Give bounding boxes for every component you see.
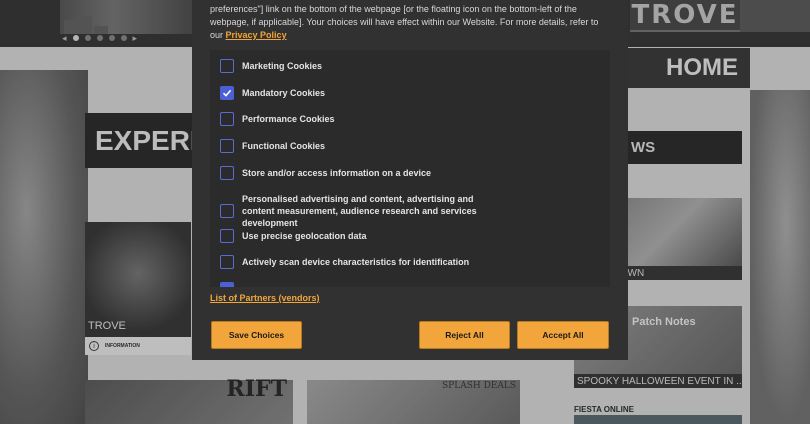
checkbox-precise-geolocation[interactable] [220, 229, 234, 243]
checkbox-marketing-cookies[interactable] [220, 59, 234, 73]
checkbox-mandatory-cookies[interactable] [220, 86, 234, 100]
option-scan-device[interactable]: Actively scan device characteristics for… [220, 255, 469, 269]
option-performance-cookies[interactable]: Performance Cookies [220, 112, 335, 126]
checkbox-scan-device[interactable] [220, 255, 234, 269]
consent-intro-text: preferences"] link on the bottom of the … [210, 4, 599, 40]
checkbox-personalised-advertising[interactable] [220, 204, 234, 218]
option-label: Personalised advertising and content, ad… [242, 194, 477, 228]
option-store-access-device[interactable]: Store and/or access information on a dev… [220, 166, 431, 180]
reject-all-button[interactable]: Reject All [419, 321, 510, 349]
checkbox-performance-cookies[interactable] [220, 112, 234, 126]
option-label: Actively scan device characteristics for… [242, 257, 470, 267]
option-label: Store and/or access information on a dev… [242, 168, 432, 178]
checkbox-store-access-device[interactable] [220, 166, 234, 180]
option-functional-cookies[interactable]: Functional Cookies [220, 139, 325, 153]
option-label: Mandatory Cookies [242, 88, 326, 98]
privacy-policy-link[interactable]: Privacy Policy [226, 30, 287, 40]
checkbox-partial-next[interactable] [220, 282, 234, 287]
option-label: Marketing Cookies [242, 61, 323, 71]
option-label: Use precise geolocation data [242, 231, 367, 241]
option-mandatory-cookies[interactable]: Mandatory Cookies [220, 86, 325, 100]
option-marketing-cookies[interactable]: Marketing Cookies [220, 59, 322, 73]
option-precise-geolocation[interactable]: Use precise geolocation data [220, 229, 367, 243]
consent-options-list[interactable]: Marketing Cookies Mandatory Cookies Perf… [210, 50, 610, 287]
partners-list-link[interactable]: List of Partners (vendors) [210, 293, 320, 303]
option-personalised-advertising[interactable]: Personalised advertising and content, ad… [220, 193, 502, 229]
checkbox-functional-cookies[interactable] [220, 139, 234, 153]
save-choices-button[interactable]: Save Choices [211, 321, 302, 349]
accept-all-button[interactable]: Accept All [517, 321, 609, 349]
checkmark-icon [222, 89, 232, 97]
cookie-consent-dialog: preferences"] link on the bottom of the … [192, 0, 628, 360]
option-label: Functional Cookies [242, 141, 326, 151]
option-label: Performance Cookies [242, 114, 335, 124]
